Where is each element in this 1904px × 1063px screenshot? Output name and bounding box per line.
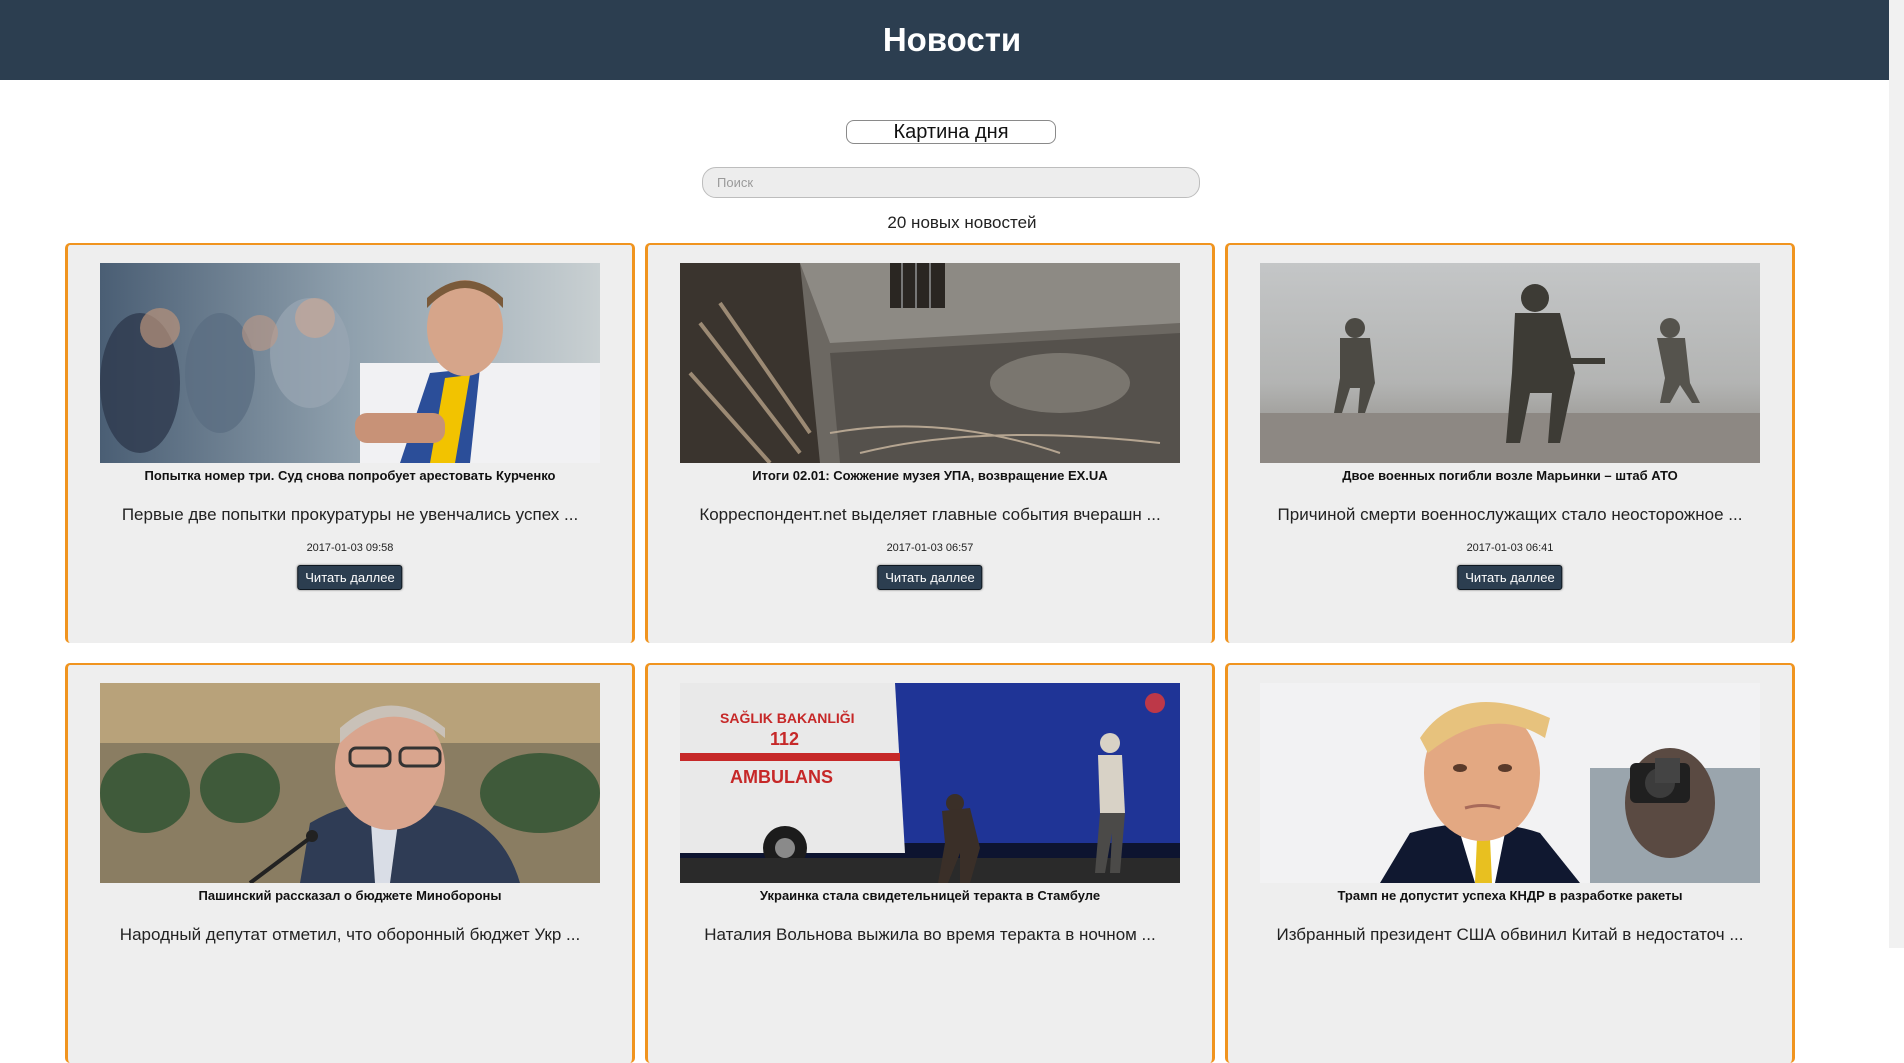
news-card: SAĞLIK BAKANLIĞI 112 AMBULANS Украинка с… bbox=[645, 663, 1215, 1063]
news-image[interactable] bbox=[1260, 263, 1760, 463]
news-title[interactable]: Итоги 02.01: Сожжение музея УПА, возвращ… bbox=[648, 468, 1212, 483]
news-date: 2017-01-03 06:41 bbox=[1466, 542, 1554, 554]
news-count: 20 новых новостей bbox=[887, 213, 1037, 232]
news-date: 2017-01-03 09:58 bbox=[306, 542, 394, 554]
page-title: Новости bbox=[882, 21, 1022, 58]
news-excerpt: Корреспондент.net выделяет главные событ… bbox=[699, 505, 1161, 524]
news-image[interactable] bbox=[100, 263, 600, 463]
news-excerpt: Наталия Вольнова выжила во время теракта… bbox=[704, 925, 1156, 944]
news-card: Двое военных погибли возле Марьинки – шт… bbox=[1225, 243, 1795, 643]
news-title[interactable]: Попытка номер три. Суд снова попробует а… bbox=[68, 468, 632, 483]
news-card: Трамп не допустит успеха КНДР в разработ… bbox=[1225, 663, 1795, 1063]
news-date: 2017-01-03 06:57 bbox=[886, 542, 974, 554]
news-excerpt: Избранный президент США обвинил Китай в … bbox=[1276, 925, 1744, 944]
news-card: Итоги 02.01: Сожжение музея УПА, возвращ… bbox=[645, 243, 1215, 643]
search-input[interactable] bbox=[702, 167, 1200, 198]
news-image[interactable] bbox=[100, 683, 600, 883]
news-title[interactable]: Пашинский рассказал о бюджете Минобороны bbox=[68, 888, 632, 903]
news-card: Пашинский рассказал о бюджете Минобороны… bbox=[65, 663, 635, 1063]
news-title[interactable]: Украинка стала свидетельницей теракта в … bbox=[648, 888, 1212, 903]
ambulance-label: AMBULANS bbox=[730, 767, 833, 787]
news-excerpt: Народный депутат отметил, что оборонный … bbox=[119, 925, 581, 944]
news-image[interactable]: SAĞLIK BAKANLIĞI 112 AMBULANS bbox=[680, 683, 1180, 883]
read-more-button[interactable]: Читать даллее bbox=[297, 565, 403, 590]
news-title[interactable]: Трамп не допустит успеха КНДР в разработ… bbox=[1228, 888, 1792, 903]
news-image[interactable] bbox=[680, 263, 1180, 463]
news-card: Попытка номер три. Суд снова попробует а… bbox=[65, 243, 635, 643]
news-title[interactable]: Двое военных погибли возле Марьинки – шт… bbox=[1228, 468, 1792, 483]
news-excerpt: Первые две попытки прокуратуры не увенча… bbox=[121, 505, 579, 524]
site-header: Новости bbox=[0, 0, 1904, 80]
vertical-scrollbar[interactable] bbox=[1889, 0, 1904, 948]
read-more-button[interactable]: Читать даллее bbox=[1457, 565, 1563, 590]
news-excerpt: Причиной смерти военнослужащих стало нео… bbox=[1277, 505, 1743, 524]
ambulance-text: SAĞLIK BAKANLIĞI bbox=[720, 709, 855, 726]
read-more-button[interactable]: Читать даллее bbox=[877, 565, 983, 590]
picture-of-day-button[interactable]: Картина дня bbox=[846, 120, 1056, 144]
news-image[interactable] bbox=[1260, 683, 1760, 883]
ambulance-number: 112 bbox=[770, 729, 799, 749]
